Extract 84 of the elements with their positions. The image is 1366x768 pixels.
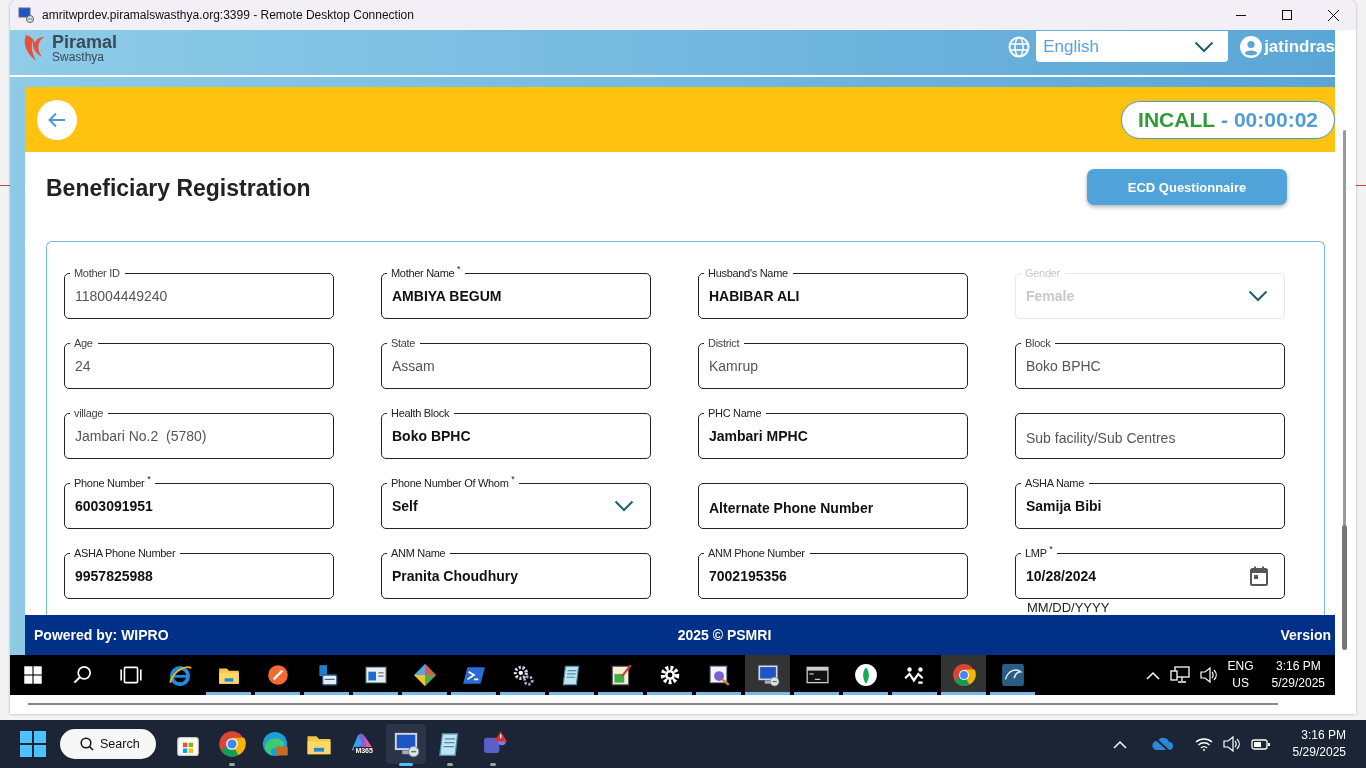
field-label: ANM Phone Number (704, 546, 810, 560)
field-label: village (70, 406, 109, 420)
globe-icon (1008, 35, 1031, 58)
battery-icon (1250, 737, 1271, 751)
field-value: Assam (392, 358, 436, 374)
cloud-icon (1150, 737, 1173, 751)
search-field[interactable]: Search (60, 729, 156, 759)
field-value: Pranita Choudhury (392, 568, 519, 584)
field-label: PHC Name (704, 406, 767, 420)
footer-version: Version (1280, 627, 1331, 643)
field-value: Boko BPHC (1026, 358, 1102, 374)
field-value: 10/28/2024 (1026, 568, 1098, 584)
diamond-icon (412, 663, 437, 687)
pen-icon (265, 663, 290, 687)
network-icon (1169, 666, 1190, 684)
field-label: ASHA Name (1021, 476, 1090, 490)
taskbar-button[interactable] (941, 655, 986, 695)
search-icon (80, 737, 94, 751)
vertical-scrollbar[interactable] (1335, 30, 1356, 714)
field-label: Phone Number Of Whom $^{*}$ (387, 476, 520, 490)
field-label: Age (70, 336, 98, 350)
calendar-icon[interactable] (1250, 566, 1268, 586)
taskbar-button[interactable] (745, 655, 790, 695)
field-value: 9957825988 (75, 568, 154, 584)
monitor-icon (755, 663, 780, 687)
field-value: Boko BPHC (392, 428, 472, 444)
field-value: 7002195356 (709, 568, 788, 584)
field-label: State (387, 336, 421, 350)
field-placeholder: Alternate Phone Number (709, 499, 875, 516)
logo-text: Piramal (52, 32, 118, 51)
field-label: LMP $^{*}$ (1021, 546, 1058, 560)
field-label: Mother Name $^{*}$ (387, 266, 466, 280)
call-status: INCALL - 00:00:02 (1121, 100, 1335, 139)
chevron-icon (1248, 290, 1268, 302)
chevron-up-icon (1112, 739, 1127, 749)
field-value: Samija Bibi (1026, 498, 1103, 514)
taskbar-button[interactable] (385, 724, 426, 764)
field-label: Health Block (387, 406, 455, 420)
logo-subtitle: Swasthya (52, 50, 106, 63)
field-label: Husband's Name (704, 266, 793, 280)
browser-icon (217, 730, 246, 758)
field-value: Kamrup (709, 358, 760, 374)
volume-icon (1199, 667, 1218, 683)
field-value: Jambari MPHC (709, 428, 809, 444)
dolphin-icon (1000, 663, 1025, 687)
volume-icon (1222, 736, 1241, 752)
clock[interactable]: 3:16 PM 5/29/2025 (1271, 658, 1325, 692)
field-placeholder: Sub facility/Sub Centres (1026, 429, 1177, 446)
browser-icon (261, 730, 290, 758)
language-indicator[interactable]: ENG US (1227, 658, 1254, 692)
chevron-icon (614, 500, 634, 512)
close-icon (1327, 9, 1339, 21)
field-value: 24 (75, 358, 92, 374)
start-button[interactable] (20, 731, 46, 757)
field-label: Block (1021, 336, 1056, 350)
field-label: Mother ID (70, 266, 125, 280)
field-label: ANM Name (387, 546, 451, 560)
back-button[interactable] (37, 99, 77, 140)
footer-copyright: 2025 © PSMRI (677, 627, 772, 643)
field-value: 118004449240 (75, 288, 169, 304)
field-label: ASHA Phone Number (70, 546, 181, 560)
chevron-up-icon (1145, 670, 1160, 680)
field-label: Phone Number $^{*}$ (70, 476, 156, 490)
chevron-icon (1194, 40, 1215, 53)
footer-credit: Powered by: WIPRO (34, 627, 169, 643)
field-value: 6003091951 (75, 498, 154, 514)
monitor-icon (18, 7, 34, 23)
minimize-icon (1236, 14, 1246, 16)
browser-icon (167, 663, 192, 687)
clock[interactable]: 3:16 PM 5/29/2025 (1292, 727, 1346, 761)
field-value: Self (392, 498, 419, 514)
field-value: Jambari No.2 (5780) (75, 428, 208, 444)
browser-icon (951, 663, 976, 687)
maximize-icon (1282, 10, 1292, 20)
back-arrow-icon (48, 111, 66, 128)
page-title: Beneficiary Registration (46, 174, 311, 202)
field-hint: MM/DD/YYYY (1027, 601, 1110, 614)
window-title: amritwprdev.piramalswasthya.org:3399 - Remote Desktop Connection (42, 8, 414, 22)
user-icon (1240, 35, 1263, 58)
leaf-icon (853, 663, 878, 687)
wifi-icon (1194, 737, 1213, 751)
field-label: District (704, 336, 745, 350)
field-value: AMBIYA BEGUM (392, 288, 503, 304)
field-value: HABIBAR ALI (709, 288, 801, 304)
